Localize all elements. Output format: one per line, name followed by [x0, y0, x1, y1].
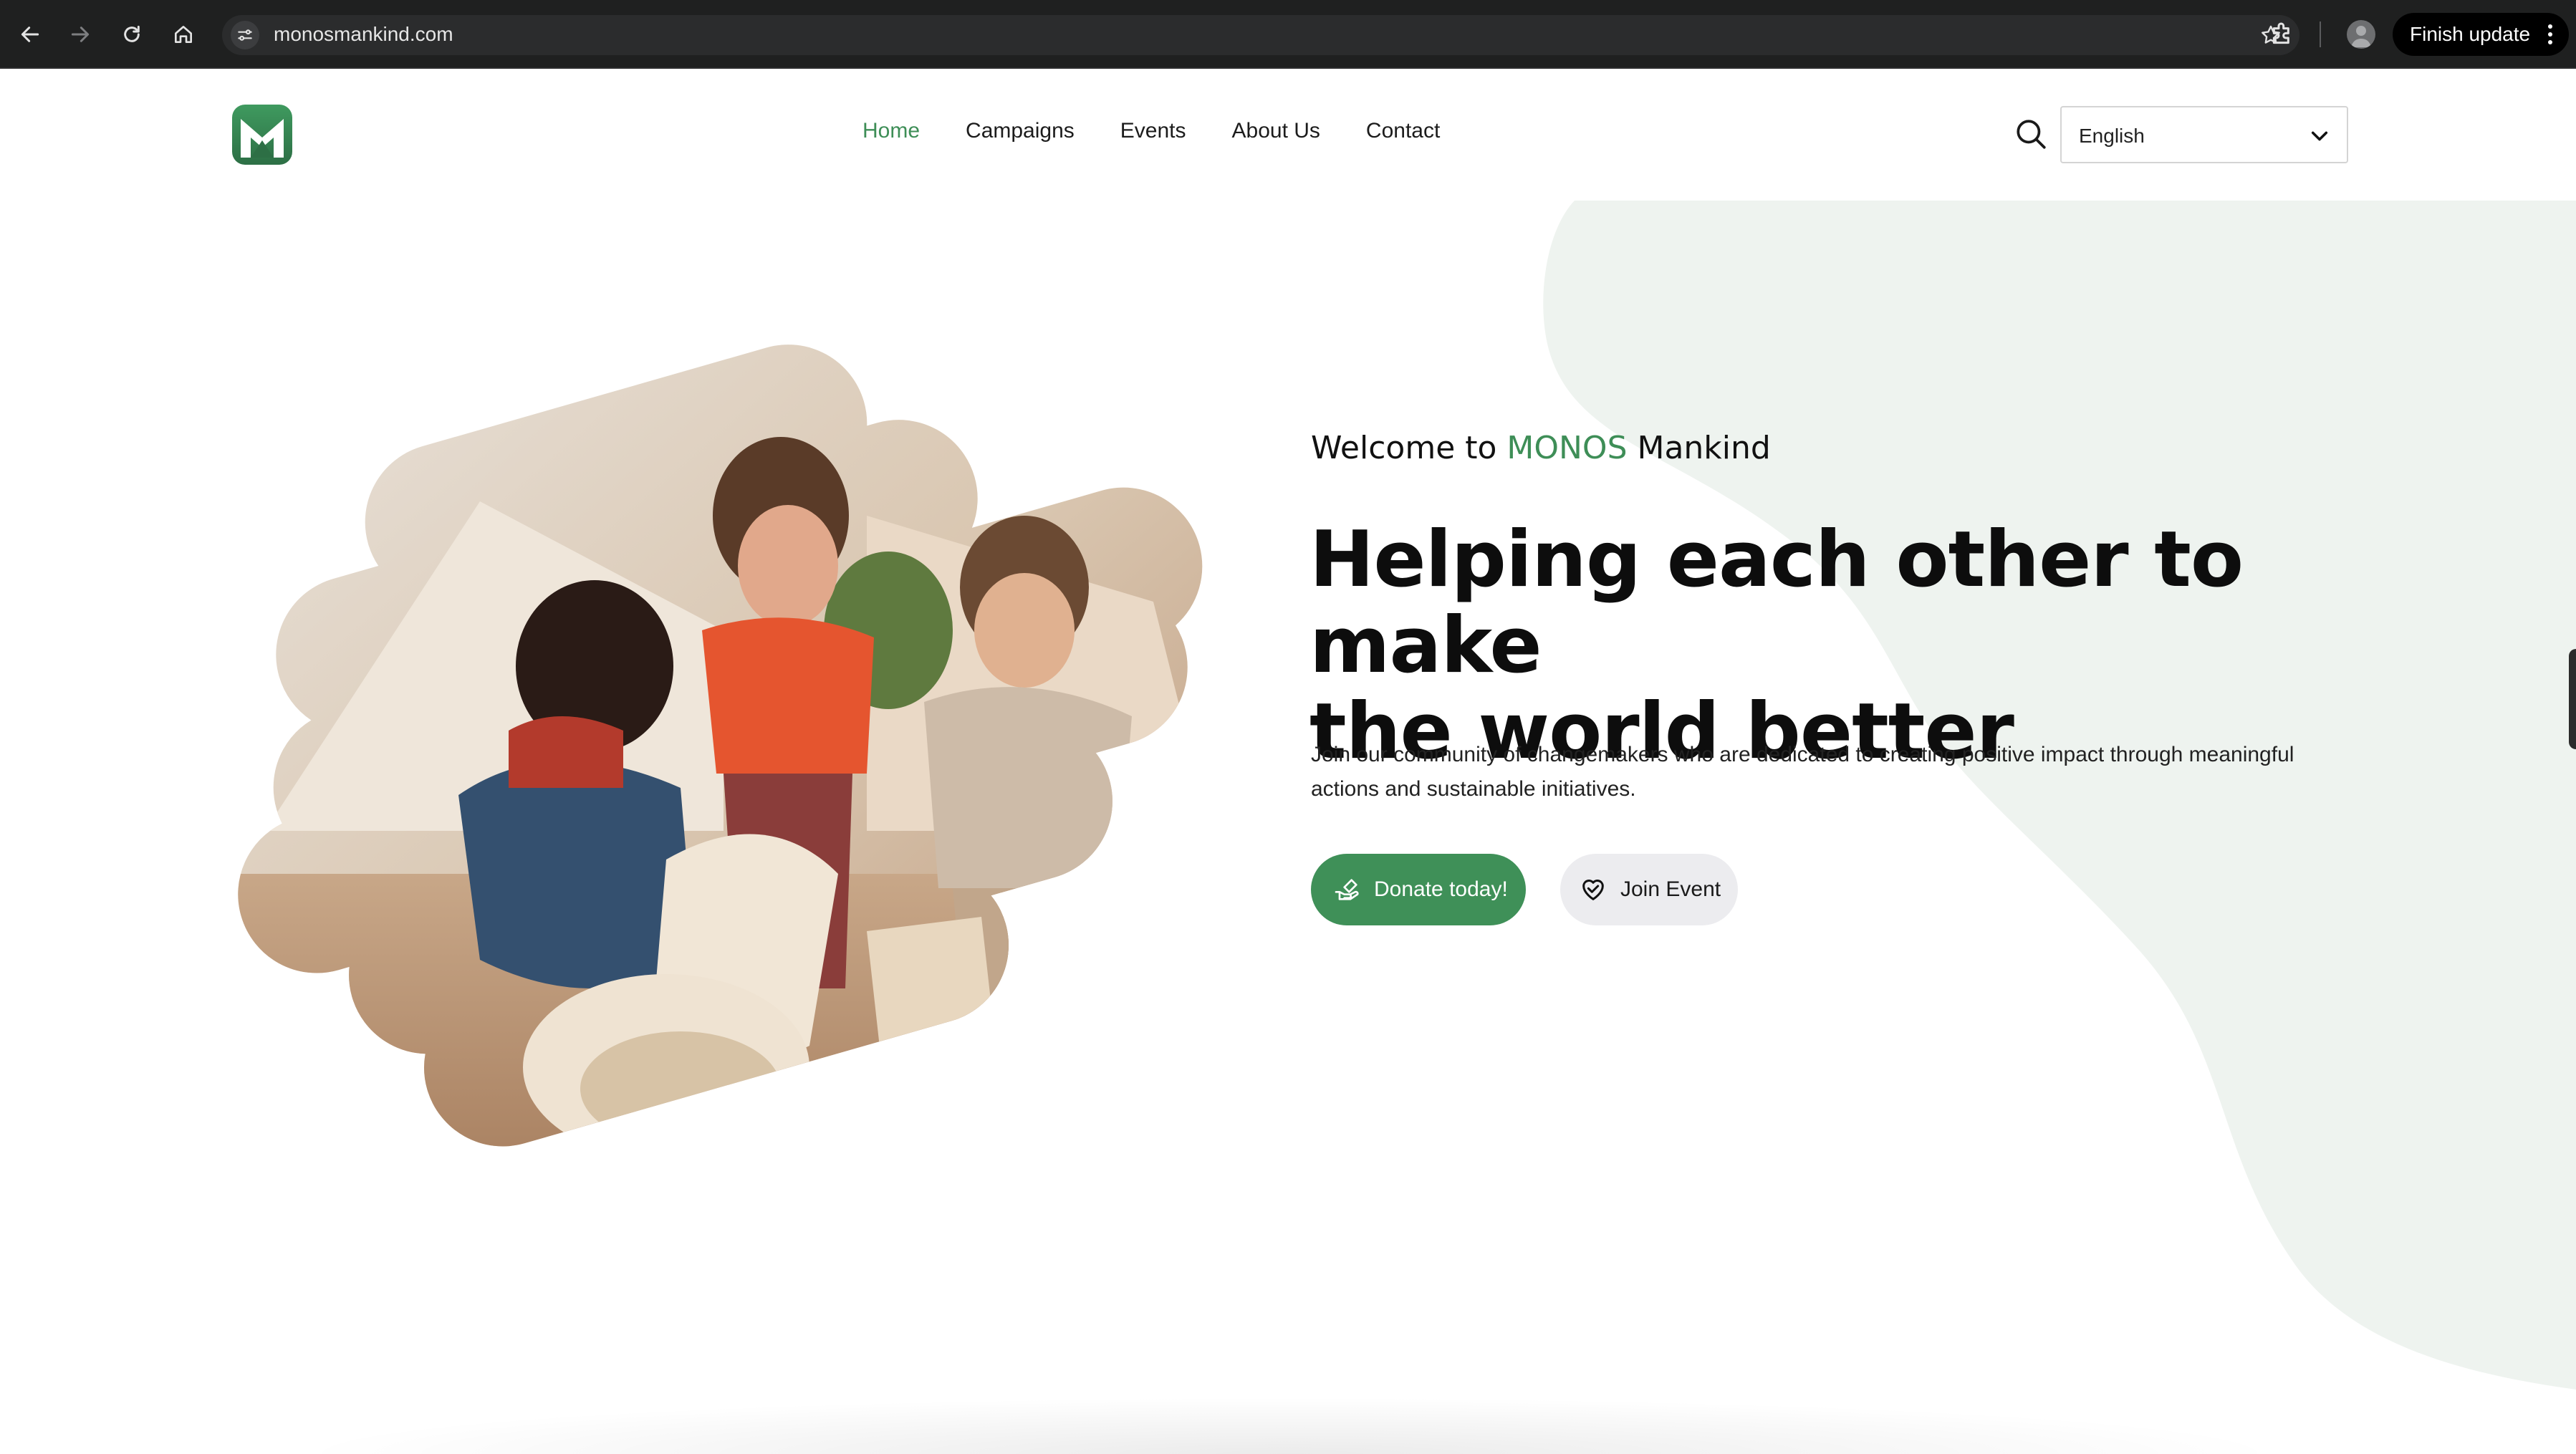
hero-welcome: Welcome to MONOS Mankind	[1311, 430, 1771, 466]
site-info-icon[interactable]	[231, 21, 259, 49]
profile-avatar[interactable]	[2347, 20, 2375, 49]
donate-button[interactable]: Donate today!	[1311, 854, 1526, 925]
hero-description: Join our community of changemakers who a…	[1311, 743, 2294, 801]
extensions-icon[interactable]	[2268, 20, 2297, 49]
welcome-brand: MONOS	[1506, 430, 1628, 466]
back-icon[interactable]	[10, 14, 50, 54]
hero-headline: Helping each other to make the world bet…	[1309, 517, 2384, 775]
headline-line-1: Helping each other to make	[1309, 515, 2244, 690]
donate-hand-icon	[1335, 879, 1359, 900]
reload-icon[interactable]	[112, 14, 152, 54]
address-bar[interactable]: monosmankind.com	[222, 15, 2299, 55]
next-section-shadow	[287, 1397, 2292, 1454]
forward-icon[interactable]	[60, 14, 100, 54]
url-text[interactable]: monosmankind.com	[274, 23, 453, 46]
donate-button-label: Donate today!	[1374, 877, 1508, 901]
more-vertical-icon	[2548, 24, 2552, 44]
welcome-prefix: Welcome to	[1311, 430, 1507, 466]
hero-image	[222, 329, 1221, 1165]
finish-update-button[interactable]: Finish update	[2393, 13, 2569, 56]
site-header: Home Campaigns Events About Us Contact E…	[0, 69, 2576, 201]
language-select[interactable]: English	[2060, 106, 2348, 163]
welcome-suffix: Mankind	[1627, 430, 1771, 466]
nav-campaigns[interactable]: Campaigns	[966, 119, 1075, 143]
join-event-button-label: Join Event	[1620, 877, 1721, 901]
toolbar-divider	[2320, 21, 2321, 47]
browser-toolbar: monosmankind.com Finish update	[0, 0, 2576, 69]
nav-contact[interactable]: Contact	[1366, 119, 1440, 143]
main-nav: Home Campaigns Events About Us Contact	[862, 119, 1486, 143]
side-feedback-tab[interactable]	[2569, 649, 2576, 749]
monos-logo[interactable]	[232, 105, 292, 165]
join-event-button[interactable]: Join Event	[1560, 854, 1738, 925]
finish-update-label: Finish update	[2410, 23, 2531, 45]
home-icon[interactable]	[163, 14, 203, 54]
search-icon[interactable]	[2013, 116, 2049, 152]
nav-events[interactable]: Events	[1120, 119, 1186, 143]
heart-handshake-icon	[1582, 880, 1604, 900]
nav-home[interactable]: Home	[862, 119, 920, 143]
language-selected: English	[2079, 125, 2145, 147]
nav-about-us[interactable]: About Us	[1232, 119, 1320, 143]
chevron-down-icon	[2311, 131, 2328, 141]
